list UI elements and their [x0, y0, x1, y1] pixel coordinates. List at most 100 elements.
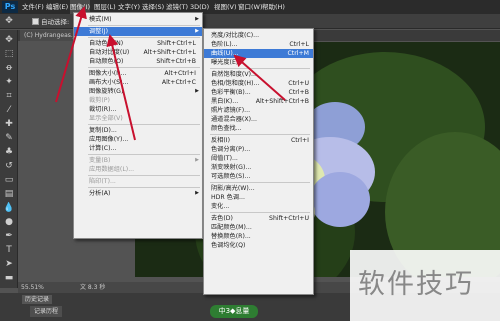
type-icon[interactable]: T [3, 244, 15, 256]
eraser-icon[interactable]: ▭ [3, 174, 15, 186]
adjustments-menu-item[interactable]: 色彩平衡(B)... Ctrl+B [204, 88, 313, 97]
adjustments-menu-item[interactable]: HDR 色调... [204, 193, 313, 202]
clone-stamp-icon[interactable]: ♣ [3, 146, 15, 158]
image-menu-item[interactable]: 模式(M) ▶ [74, 15, 202, 24]
image-menu-item[interactable]: 图像旋转(G) ▶ [74, 87, 202, 96]
menu-item-label: 图像旋转(G) [89, 88, 124, 95]
menu-item-label: 自动色调(N) [89, 40, 124, 47]
submenu-item-label: 匹配颜色(M)... [211, 224, 252, 231]
submenu-item-label: 自然饱和度(V)... [211, 71, 257, 78]
adjustments-menu-item[interactable]: 通道混合器(X)... [204, 115, 313, 124]
menu-item-label: 分析(A) [89, 190, 111, 197]
adjustments-menu-item[interactable]: 可选颜色(S)... [204, 172, 313, 181]
menu-9[interactable]: 窗口(W) [238, 0, 263, 14]
menu-separator [88, 175, 200, 176]
adjustments-menu-item[interactable]: 阴影/高光(W)... [204, 184, 313, 193]
submenu-item-shortcut: Ctrl+M [287, 50, 309, 57]
image-menu-item[interactable]: 图像大小(I)... Alt+Ctrl+I [74, 69, 202, 78]
menu-item-shortcut: Alt+Ctrl+I [164, 70, 196, 77]
zoom-level[interactable]: 55.51% [21, 282, 44, 293]
shape-icon[interactable]: ▬ [3, 272, 15, 284]
submenu-separator [210, 182, 310, 183]
image-menu-item[interactable]: 自动色调(N) Shift+Ctrl+L [74, 39, 202, 48]
menu-item-label: 陷印(T)... [89, 178, 116, 185]
adjustments-menu-item[interactable]: 渐变映射(G)... [204, 163, 313, 172]
adjustments-menu-item[interactable]: 曝光度(E)... [204, 58, 313, 67]
menu-item-label: 应用图像(Y)... [89, 136, 129, 143]
adjustments-menu-item[interactable]: 色相/饱和度(H)... Ctrl+U [204, 79, 313, 88]
adjustments-menu-item[interactable]: 反相(I) Ctrl+I [204, 136, 313, 145]
adjustments-menu-item[interactable]: 替换颜色(R)... [204, 232, 313, 241]
image-menu-item[interactable]: 自动对比度(U) Alt+Shift+Ctrl+L [74, 48, 202, 57]
submenu-item-label: 色调分离(P)... [211, 146, 251, 153]
crop-icon[interactable]: ⌗ [3, 90, 15, 102]
healing-brush-icon[interactable]: ✚ [3, 118, 15, 130]
submenu-item-label: 反相(I) [211, 137, 231, 144]
adjustments-menu-item[interactable]: 色调分离(P)... [204, 145, 313, 154]
submenu-item-label: 黑白(K)... [211, 98, 239, 105]
adjustments-menu-item[interactable]: 去色(D) Shift+Ctrl+U [204, 214, 313, 223]
submenu-item-label: 渐变映射(G)... [211, 164, 252, 171]
image-menu-item[interactable]: 计算(C)... [74, 144, 202, 153]
submenu-item-shortcut: Shift+Ctrl+U [269, 215, 309, 222]
submenu-item-label: 色调均化(Q) [211, 242, 246, 249]
menu-item-shortcut: Alt+Ctrl+C [161, 79, 196, 86]
submenu-item-label: 色相/饱和度(H)... [211, 80, 260, 87]
watermark-text: 软件技巧 [358, 269, 474, 300]
image-menu-item[interactable]: 裁切(R)... [74, 105, 202, 114]
menu-1[interactable]: 编辑(E) [46, 0, 68, 14]
pen-icon[interactable]: ✒ [3, 230, 15, 242]
submenu-item-label: 色彩平衡(B)... [211, 89, 251, 96]
submenu-item-label: 颜色查找... [211, 125, 242, 132]
image-menu-item[interactable]: 调整(J) ▶ [74, 27, 202, 36]
brush-icon[interactable]: ✎ [3, 132, 15, 144]
submenu-arrow-icon: ▶ [195, 157, 199, 163]
adjustments-menu-item[interactable]: 匹配颜色(M)... [204, 223, 313, 232]
marquee-icon[interactable]: ⬚ [3, 48, 15, 60]
eyedropper-icon[interactable]: ⁄ [3, 104, 15, 116]
submenu-item-label: 亮度/对比度(C)... [211, 32, 260, 39]
submenu-arrow-icon: ▶ [195, 16, 199, 22]
image-menu-item: 裁剪(P) [74, 96, 202, 105]
menu-item-shortcut: Alt+Shift+Ctrl+L [143, 49, 196, 56]
submenu-item-label: HDR 色调... [211, 194, 245, 201]
image-menu-item[interactable]: 复制(D)... [74, 126, 202, 135]
adjustments-menu-item[interactable]: 色调均化(Q) [204, 241, 313, 250]
path-selection-icon[interactable]: ➤ [3, 258, 15, 270]
menu-separator [88, 124, 200, 125]
move-icon[interactable]: ✥ [3, 34, 15, 46]
menu-item-label: 应用数据组(L)... [89, 166, 135, 173]
image-menu-item[interactable]: 自动颜色(O) Shift+Ctrl+B [74, 57, 202, 66]
history-note-tab[interactable]: 记录历程 [30, 306, 63, 317]
history-panel-tab[interactable]: 历史记录 [22, 295, 53, 304]
gradient-icon[interactable]: ▤ [3, 188, 15, 200]
auto-select-checkbox[interactable] [32, 18, 39, 25]
adjustments-menu-item[interactable]: 色阶(L)... Ctrl+L [204, 40, 313, 49]
dodge-icon[interactable]: ● [3, 216, 15, 228]
adjustments-menu-item[interactable]: 照片滤镜(F)... [204, 106, 313, 115]
magic-wand-icon[interactable]: ✦ [3, 76, 15, 88]
menu-8[interactable]: 视图(V) [214, 0, 237, 14]
adjustments-menu-item[interactable]: 颜色查找... [204, 124, 313, 133]
adjustments-menu-item[interactable]: 亮度/对比度(C)... [204, 31, 313, 40]
menu-10[interactable]: 帮助(H) [262, 0, 285, 14]
blur-icon[interactable]: 💧 [3, 202, 15, 214]
adjustments-menu-item[interactable]: 阈值(T)... [204, 154, 313, 163]
adjustments-menu-item[interactable]: 自然饱和度(V)... [204, 70, 313, 79]
submenu-item-shortcut: Ctrl+I [290, 137, 309, 144]
submenu-item-label: 曲线(U)... [211, 50, 239, 57]
menu-0[interactable]: 文件(F) [22, 0, 44, 14]
menu-separator [88, 67, 200, 68]
history-brush-icon[interactable]: ↺ [3, 160, 15, 172]
adjustments-menu-item[interactable]: 黑白(K)... Alt+Shift+Ctrl+B [204, 97, 313, 106]
image-menu-item[interactable]: 分析(A) ▶ [74, 189, 202, 198]
submenu-item-label: 照片滤镜(F)... [211, 107, 251, 114]
move-tool-icon[interactable]: ✥ [3, 15, 15, 27]
menu-separator [88, 37, 200, 38]
lasso-icon[interactable]: ꝋ [3, 62, 15, 74]
image-menu-item[interactable]: 画布大小(S)... Alt+Ctrl+C [74, 78, 202, 87]
adjustments-menu-item[interactable]: 变化... [204, 202, 313, 211]
adjustments-menu-item[interactable]: 曲线(U)... Ctrl+M [204, 49, 313, 58]
image-menu-item[interactable]: 应用图像(Y)... [74, 135, 202, 144]
submenu-item-label: 去色(D) [211, 215, 233, 222]
